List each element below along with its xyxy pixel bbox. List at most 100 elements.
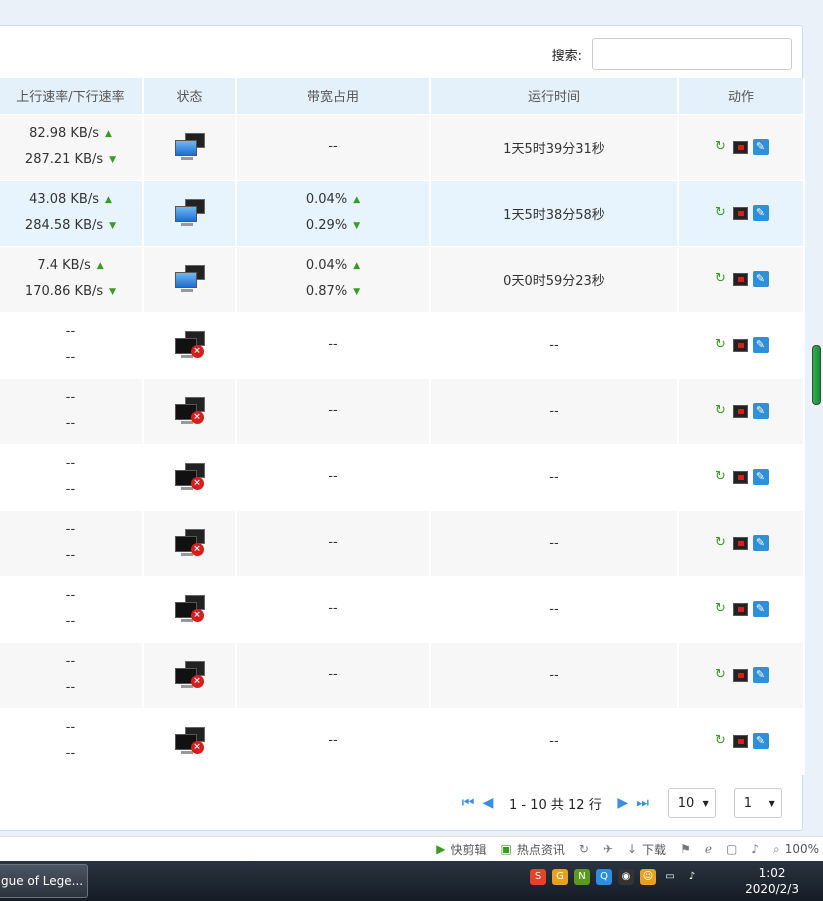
- statusbar-clip[interactable]: ▶ 快剪辑: [436, 841, 486, 858]
- edit-icon[interactable]: ✎: [752, 337, 769, 353]
- bandwidth-up: 0.04% ▲: [237, 187, 429, 213]
- game-helper-icon[interactable]: ☺: [640, 869, 656, 885]
- table-row[interactable]: -- -- × -- -- ↻ ✎: [0, 642, 805, 709]
- table-row[interactable]: -- -- × -- -- ↻ ✎: [0, 312, 805, 379]
- remote-screen-icon[interactable]: [732, 536, 748, 550]
- bandwidth-down: 0.87% ▼: [237, 279, 429, 305]
- table-row[interactable]: 43.08 KB/s ▲ 284.58 KB/s ▼ 0.04% ▲ 0.29% ▼ 1天5时3…: [0, 180, 805, 247]
- statusbar-news[interactable]: ▣ 热点资讯: [501, 841, 565, 858]
- edit-icon[interactable]: ✎: [752, 139, 769, 155]
- ie-icon[interactable]: ℯ: [705, 842, 712, 856]
- last-page-icon[interactable]: ⏭: [636, 795, 650, 811]
- volume-icon[interactable]: ♪: [684, 869, 700, 885]
- table-row[interactable]: -- -- × -- -- ↻ ✎: [0, 444, 805, 511]
- monitor-status-icon: [173, 197, 207, 229]
- tencent-icon[interactable]: Q: [596, 869, 612, 885]
- rocket-icon[interactable]: ✈: [603, 842, 613, 856]
- edit-icon[interactable]: ✎: [752, 733, 769, 749]
- bandwidth-up: --: [237, 530, 429, 556]
- download-speed: 170.86 KB/s ▼: [0, 279, 142, 305]
- window-icon[interactable]: ▢: [726, 842, 737, 856]
- bandwidth-cell: --: [236, 312, 431, 379]
- statusbar-zoom[interactable]: ⌕ 100%: [773, 842, 819, 857]
- bandwidth-up: --: [237, 728, 429, 754]
- refresh-icon[interactable]: ↻: [714, 338, 728, 352]
- offline-x-icon: ×: [190, 543, 204, 556]
- refresh-icon[interactable]: ↻: [714, 404, 728, 418]
- page-number-select[interactable]: 1 ▼: [733, 788, 782, 818]
- remote-screen-icon[interactable]: [732, 470, 748, 484]
- refresh-icon[interactable]: ↻: [714, 470, 728, 484]
- edit-icon[interactable]: ✎: [752, 601, 769, 617]
- status-cell: ×: [143, 378, 237, 445]
- upload-speed: --: [0, 517, 142, 543]
- download-speed: --: [0, 741, 142, 767]
- refresh-icon[interactable]: ↻: [714, 536, 728, 550]
- bandwidth-up: --: [237, 398, 429, 424]
- edit-icon[interactable]: ✎: [752, 403, 769, 419]
- speed-cell: -- --: [0, 642, 144, 709]
- remote-screen-icon[interactable]: [732, 602, 748, 616]
- refresh-icon[interactable]: ↻: [714, 602, 728, 616]
- upload-speed: 43.08 KB/s ▲: [0, 187, 142, 213]
- remote-screen-icon[interactable]: [732, 206, 748, 220]
- remote-screen-icon[interactable]: [732, 272, 748, 286]
- offline-x-icon: ×: [190, 675, 204, 688]
- accelerate-icon[interactable]: ↻: [579, 842, 589, 856]
- download-speed: --: [0, 345, 142, 371]
- monitor-status-icon: ×: [173, 395, 207, 427]
- table-row[interactable]: -- -- × -- -- ↻ ✎: [0, 576, 805, 643]
- arrow-up-icon: ▲: [96, 261, 104, 271]
- refresh-icon[interactable]: ↻: [714, 140, 728, 154]
- device-table: 上行速率/下行速率 状态 带宽占用 运行时间 动作 82.98 KB/s ▲ 287…: [0, 78, 805, 775]
- table-row[interactable]: -- -- × -- -- ↻ ✎: [0, 708, 805, 775]
- statusbar-download[interactable]: ↓ 下载: [627, 841, 666, 858]
- header-uptime[interactable]: 运行时间: [430, 78, 679, 115]
- bandwidth-down: 0.29% ▼: [237, 213, 429, 239]
- upload-speed-value: --: [65, 456, 76, 471]
- header-speed[interactable]: 上行速率/下行速率: [0, 78, 144, 115]
- remote-screen-icon[interactable]: [732, 734, 748, 748]
- edit-icon[interactable]: ✎: [752, 667, 769, 683]
- table-row[interactable]: 82.98 KB/s ▲ 287.21 KB/s ▼ -- 1天5时39分31秒 ↻ ✎: [0, 114, 805, 181]
- remote-screen-icon[interactable]: [732, 404, 748, 418]
- next-page-icon[interactable]: ▶: [616, 795, 630, 811]
- refresh-icon[interactable]: ↻: [714, 668, 728, 682]
- table-row[interactable]: 7.4 KB/s ▲ 170.86 KB/s ▼ 0.04% ▲ 0.87% ▼ 0天0时59分…: [0, 246, 805, 313]
- bandwidth-cell: 0.04% ▲ 0.87% ▼: [236, 246, 431, 313]
- statusbar-download-label: 下载: [642, 842, 667, 857]
- page-size-select[interactable]: 10 ▼: [667, 788, 716, 818]
- refresh-icon[interactable]: ↻: [714, 734, 728, 748]
- header-status[interactable]: 状态: [143, 78, 237, 115]
- search-input[interactable]: [592, 38, 792, 70]
- actions-cell: ↻ ✎: [678, 180, 805, 247]
- prev-page-icon[interactable]: ◀: [481, 795, 495, 811]
- nvidia-icon[interactable]: N: [574, 869, 590, 885]
- edit-icon[interactable]: ✎: [752, 205, 769, 221]
- remote-screen-icon[interactable]: [732, 338, 748, 352]
- edit-icon[interactable]: ✎: [752, 469, 769, 485]
- table-row[interactable]: -- -- × -- -- ↻ ✎: [0, 510, 805, 577]
- edit-icon[interactable]: ✎: [752, 535, 769, 551]
- browser-tray-icon[interactable]: G: [552, 869, 568, 885]
- row-actions: ↻ ✎: [679, 535, 803, 551]
- browser-statusbar: ▶ 快剪辑 ▣ 热点资讯 ↻ ✈ ↓ 下载 ⚑ ℯ ▢ ♪ ⌕ 100%: [0, 836, 823, 861]
- system-clock[interactable]: 1:02 2020/2/3: [745, 865, 799, 897]
- remote-screen-icon[interactable]: [732, 668, 748, 682]
- refresh-icon[interactable]: ↻: [714, 206, 728, 220]
- header-bandwidth[interactable]: 带宽占用: [236, 78, 431, 115]
- table-row[interactable]: -- -- × -- -- ↻ ✎: [0, 378, 805, 445]
- actions-cell: ↻ ✎: [678, 708, 805, 775]
- refresh-icon[interactable]: ↻: [714, 272, 728, 286]
- taskbar-app-button[interactable]: gue of Lege...: [0, 864, 88, 898]
- remote-screen-icon[interactable]: [732, 140, 748, 154]
- qq-icon[interactable]: ◉: [618, 869, 634, 885]
- sogou-icon[interactable]: S: [530, 869, 546, 885]
- upload-speed: --: [0, 385, 142, 411]
- edit-icon[interactable]: ✎: [752, 271, 769, 287]
- sound-icon[interactable]: ♪: [751, 842, 759, 856]
- network-icon[interactable]: ▭: [662, 869, 678, 885]
- scrollbar-thumb[interactable]: [812, 345, 821, 405]
- flag-icon[interactable]: ⚑: [680, 842, 691, 856]
- first-page-icon[interactable]: ⏮: [461, 795, 475, 811]
